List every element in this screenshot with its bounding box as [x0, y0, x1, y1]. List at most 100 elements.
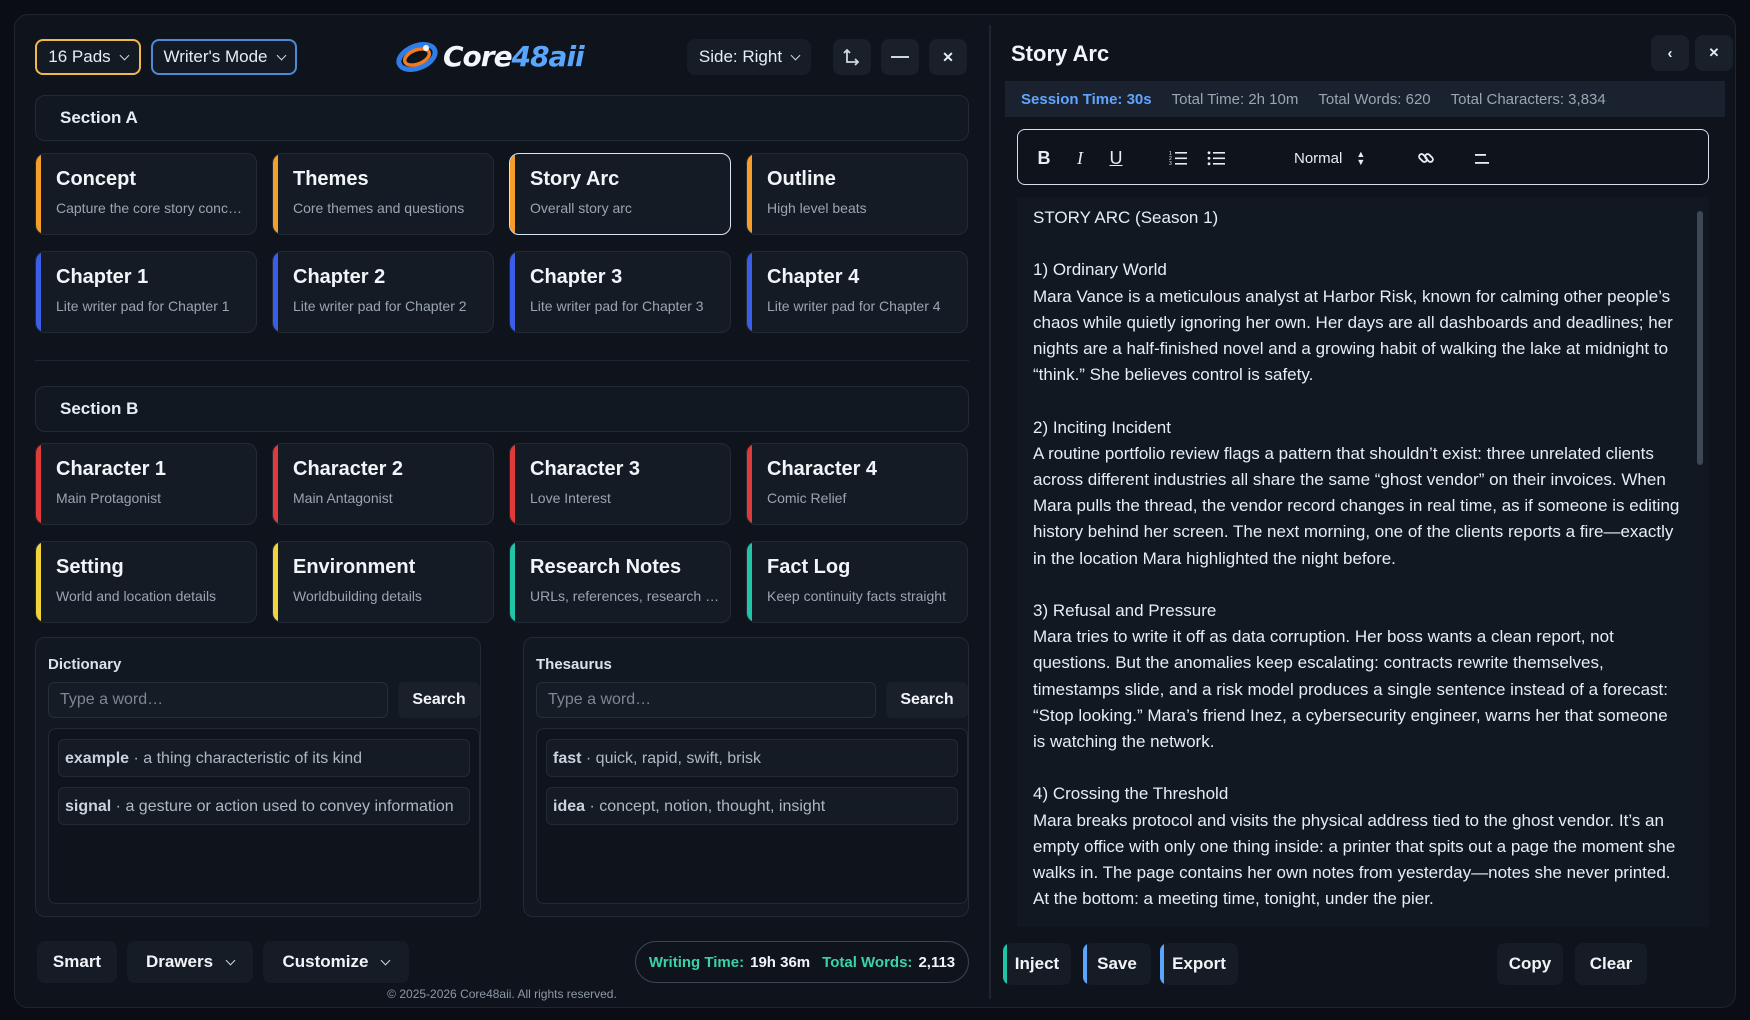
pad-chapter-2[interactable]: Chapter 2 Lite writer pad for Chapter 2 [272, 251, 494, 333]
pads-dropdown[interactable]: 16 Pads [35, 39, 141, 75]
session-stats-bar: Session Time: 30s Total Time: 2h 10m Tot… [1005, 81, 1725, 117]
pad-subtitle: Lite writer pad for Chapter 1 [56, 298, 230, 314]
pad-themes[interactable]: Themes Core themes and questions [272, 153, 494, 235]
underline-button[interactable]: U [1104, 146, 1128, 170]
pad-subtitle: Capture the core story concept [56, 200, 246, 216]
pad-chapter-3[interactable]: Chapter 3 Lite writer pad for Chapter 3 [509, 251, 731, 333]
dictionary-search-button[interactable]: Search [398, 682, 480, 718]
underline-icon: U [1109, 147, 1123, 168]
dictionary-label: Dictionary [48, 656, 122, 673]
list-item[interactable]: example · a thing characteristic of its … [58, 739, 470, 777]
pad-character-2[interactable]: Character 2 Main Antagonist [272, 443, 494, 525]
list-item[interactable]: signal · a gesture or action used to con… [58, 787, 470, 825]
close-editor-button[interactable]: ✕ [1695, 35, 1733, 71]
list-item[interactable]: idea · concept, notion, thought, insight [546, 787, 958, 825]
drawers-dropdown[interactable]: Drawers [127, 941, 253, 983]
writing-time-value: 19h 36m [750, 953, 811, 971]
section-divider [35, 360, 969, 361]
pad-subtitle: URLs, references, research notes [530, 588, 720, 604]
editor-scrollbar[interactable] [1695, 201, 1705, 925]
dictionary-panel: Dictionary Search example · a thing char… [35, 637, 481, 917]
pad-environment[interactable]: Environment Worldbuilding details [272, 541, 494, 623]
format-select[interactable]: Normal ▲ ▼ [1294, 146, 1374, 170]
pad-concept[interactable]: Concept Capture the core story concept [35, 153, 257, 235]
pad-subtitle: Core themes and questions [293, 200, 465, 216]
bullet-list-button[interactable] [1204, 146, 1228, 170]
logo-text: Core48aii [443, 39, 585, 73]
save-button[interactable]: Save [1083, 943, 1151, 985]
pad-research-notes[interactable]: Research Notes URLs, references, researc… [509, 541, 731, 623]
pad-subtitle: Lite writer pad for Chapter 4 [767, 298, 941, 314]
pad-subtitle: Lite writer pad for Chapter 2 [293, 298, 467, 314]
scrollbar-thumb[interactable] [1697, 211, 1703, 465]
thesaurus-label: Thesaurus [536, 656, 612, 673]
side-dropdown-label: Side: Right [698, 47, 783, 66]
session-time: Session Time: 30s [1021, 90, 1152, 108]
minimize-button[interactable] [881, 39, 919, 75]
app-window: 16 Pads Writer's Mode Core48aii Side: Ri… [14, 14, 1736, 1008]
italic-button[interactable]: I [1068, 146, 1092, 170]
pad-title: Fact Log [767, 556, 851, 578]
writing-stats: Writing Time: 19h 36m Total Words: 2,113 [635, 941, 969, 983]
format-select-label: Normal [1294, 149, 1343, 167]
pad-setting[interactable]: Setting World and location details [35, 541, 257, 623]
pad-title: Character 2 [293, 458, 404, 480]
copy-button[interactable]: Copy [1497, 943, 1563, 985]
updown-icon: ▲ ▼ [1356, 149, 1366, 167]
inject-button[interactable]: Inject [1003, 943, 1071, 985]
thesaurus-results: fast · quick, rapid, swift, brisk idea ·… [536, 728, 968, 904]
dictionary-input[interactable] [48, 682, 388, 718]
chevron-down-icon [119, 50, 130, 60]
dictionary-results: example · a thing characteristic of its … [48, 728, 480, 904]
pad-character-1[interactable]: Character 1 Main Protagonist [35, 443, 257, 525]
close-window-button[interactable]: ✕ [929, 39, 967, 75]
ordered-list-button[interactable]: 123 [1166, 146, 1190, 170]
clear-format-button[interactable] [1470, 146, 1494, 170]
align-icon [1475, 154, 1489, 164]
swirl-logo-icon [396, 42, 438, 72]
total-characters: Total Characters: 3,834 [1450, 90, 1606, 108]
minimize-icon [891, 56, 909, 58]
thesaurus-search-button[interactable]: Search [886, 682, 968, 718]
pad-title: Themes [293, 168, 369, 190]
chevron-down-icon [276, 50, 286, 60]
editor-content[interactable]: STORY ARC (Season 1) 1) Ordinary World M… [1017, 197, 1709, 927]
side-dropdown[interactable]: Side: Right [687, 39, 811, 75]
mode-dropdown-label: Writer's Mode [163, 47, 268, 66]
pads-dropdown-label: 16 Pads [48, 47, 111, 66]
pad-chapter-1[interactable]: Chapter 1 Lite writer pad for Chapter 1 [35, 251, 257, 333]
close-icon: ✕ [942, 48, 954, 65]
pad-fact-log[interactable]: Fact Log Keep continuity facts straight [746, 541, 968, 623]
pad-subtitle: Keep continuity facts straight [767, 588, 946, 604]
pad-title: Setting [56, 556, 124, 578]
bold-button[interactable]: B [1032, 146, 1056, 170]
smart-button[interactable]: Smart [37, 941, 117, 983]
pad-outline[interactable]: Outline High level beats [746, 153, 968, 235]
copyright: © 2025-2026 Core48aii. All rights reserv… [387, 987, 617, 1001]
pad-subtitle: Worldbuilding details [293, 588, 422, 604]
mode-dropdown[interactable]: Writer's Mode [151, 39, 297, 75]
editor-total-words: Total Words: 620 [1318, 90, 1431, 108]
bold-icon: B [1037, 147, 1051, 168]
clear-button[interactable]: Clear [1575, 943, 1647, 985]
collapse-button[interactable]: ‹ [1651, 35, 1689, 71]
italic-icon: I [1077, 147, 1083, 168]
export-button[interactable]: Export [1160, 943, 1238, 985]
list-item[interactable]: fast · quick, rapid, swift, brisk [546, 739, 958, 777]
thesaurus-input[interactable] [536, 682, 876, 718]
link-button[interactable] [1414, 146, 1438, 170]
writing-time-label: Writing Time: [648, 953, 745, 971]
pad-character-4[interactable]: Character 4 Comic Relief [746, 443, 968, 525]
thesaurus-panel: Thesaurus Search fast · quick, rapid, sw… [523, 637, 969, 917]
pad-story-arc[interactable]: Story Arc Overall story arc [509, 153, 731, 235]
ordered-list-icon: 123 [1169, 151, 1187, 166]
dock-button[interactable] [833, 39, 871, 75]
pad-title: Chapter 4 [767, 266, 860, 288]
close-icon: ✕ [1708, 45, 1720, 60]
total-time: Total Time: 2h 10m [1171, 90, 1299, 108]
pad-chapter-4[interactable]: Chapter 4 Lite writer pad for Chapter 4 [746, 251, 968, 333]
pad-title: Chapter 3 [530, 266, 623, 288]
editor-text[interactable]: STORY ARC (Season 1) 1) Ordinary World M… [1033, 205, 1683, 912]
customize-dropdown[interactable]: Customize [263, 941, 409, 983]
pad-character-3[interactable]: Character 3 Love Interest [509, 443, 731, 525]
